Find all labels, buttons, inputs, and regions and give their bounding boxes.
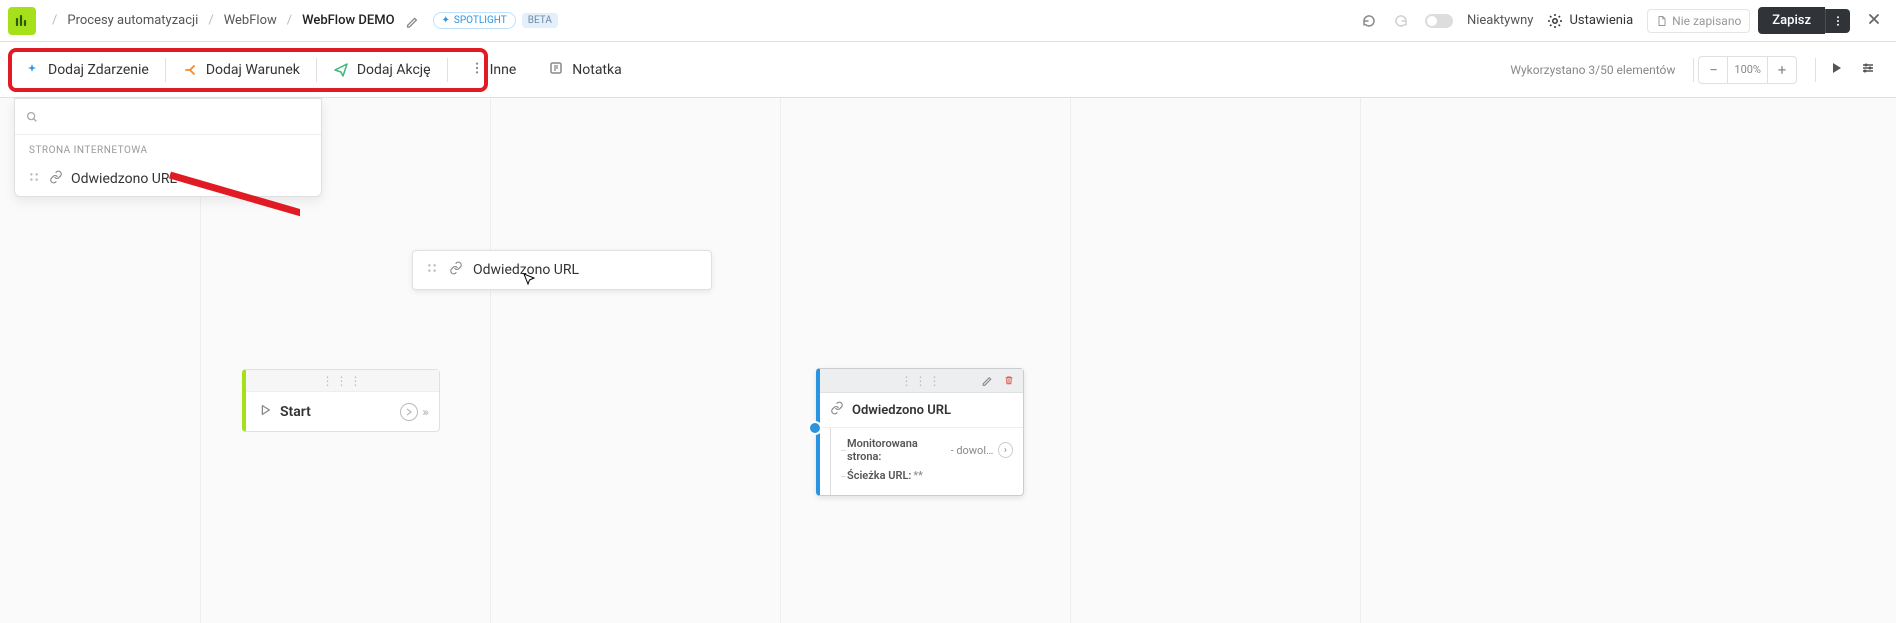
zoom-in-button[interactable]: + xyxy=(1768,61,1796,79)
zoom-out-button[interactable]: − xyxy=(1699,61,1727,79)
dropdown-item-visited-url[interactable]: Odwiedzono URL xyxy=(15,162,321,196)
settings-button[interactable]: Ustawienia xyxy=(1547,13,1633,29)
flow-node-start[interactable]: ⋮⋮⋮ Start ››› xyxy=(242,369,440,432)
add-action-button[interactable]: Dodaj Akcję xyxy=(321,56,443,84)
rename-icon[interactable] xyxy=(405,14,419,28)
add-event-button[interactable]: Dodaj Zdarzenie xyxy=(12,56,161,84)
editor-toolbar: Dodaj Zdarzenie Dodaj Warunek Dodaj Akcj… xyxy=(0,42,1896,98)
undo-icon[interactable] xyxy=(1361,13,1377,29)
other-label: Inne xyxy=(490,62,517,78)
link-icon xyxy=(449,261,463,279)
unsaved-indicator: Nie zapisano xyxy=(1647,9,1750,33)
cursor-icon xyxy=(522,271,536,290)
breadcrumb-item[interactable]: WebFlow xyxy=(224,13,277,28)
breadcrumb-current[interactable]: WebFlow DEMO xyxy=(302,13,394,28)
flow-node-visited-url[interactable]: ⋮⋮⋮ Odwiedzono URL Monitorowana strona: … xyxy=(816,368,1024,496)
drag-handle-icon[interactable] xyxy=(27,170,41,188)
breadcrumb-separator: / xyxy=(287,13,292,28)
property-key: Monitorowana strona: xyxy=(847,437,949,463)
chevrons-icon: ››› xyxy=(422,405,427,419)
add-condition-button[interactable]: Dodaj Warunek xyxy=(170,56,312,84)
dropdown-section-title: STRONA INTERNETOWA xyxy=(15,135,321,162)
redo-icon[interactable] xyxy=(1393,13,1409,29)
node-title: Odwiedzono URL xyxy=(852,403,951,418)
breadcrumb-separator: / xyxy=(52,13,57,28)
dragging-node-ghost: Odwiedzono URL xyxy=(412,250,712,290)
edit-node-icon[interactable] xyxy=(981,371,993,390)
save-button[interactable]: Zapisz xyxy=(1758,7,1825,34)
delete-node-icon[interactable] xyxy=(1003,371,1015,390)
note-label: Notatka xyxy=(572,62,621,78)
node-drag-handle[interactable]: ⋮⋮⋮ xyxy=(246,370,439,392)
other-button[interactable]: Inne xyxy=(452,55,529,85)
link-icon xyxy=(49,170,63,188)
note-button[interactable]: Notatka xyxy=(548,60,621,80)
zoom-value: 100% xyxy=(1727,57,1768,83)
dropdown-search-input[interactable] xyxy=(43,105,311,128)
add-event-label: Dodaj Zdarzenie xyxy=(48,62,149,78)
property-expand-icon[interactable]: › xyxy=(998,442,1013,458)
events-dropdown: STRONA INTERNETOWA Odwiedzono URL xyxy=(14,98,322,197)
run-icon[interactable] xyxy=(1828,60,1844,80)
save-more-button[interactable] xyxy=(1825,9,1850,33)
add-action-label: Dodaj Akcję xyxy=(357,62,431,78)
link-icon xyxy=(830,401,844,419)
add-condition-label: Dodaj Warunek xyxy=(206,62,300,78)
settings-sliders-icon[interactable] xyxy=(1860,60,1876,80)
node-output-port[interactable] xyxy=(400,403,418,421)
beta-badge: BETA xyxy=(522,13,558,28)
active-toggle-label: Nieaktywny xyxy=(1467,13,1534,28)
breadcrumb-item[interactable]: Procesy automatyzacji xyxy=(67,13,198,28)
zoom-control: − 100% + xyxy=(1698,56,1797,84)
spotlight-badge[interactable]: ✦SPOTLIGHT xyxy=(433,12,516,29)
node-input-port[interactable] xyxy=(808,421,822,435)
settings-label: Ustawienia xyxy=(1569,13,1633,28)
app-logo[interactable] xyxy=(8,7,36,35)
active-toggle[interactable] xyxy=(1425,14,1459,28)
flow-canvas[interactable]: STRONA INTERNETOWA Odwiedzono URL Odwied… xyxy=(0,98,1896,623)
property-key: Ścieżka URL: xyxy=(847,469,911,482)
drag-handle-icon xyxy=(425,261,439,279)
property-value: - dowoln... xyxy=(951,444,998,457)
play-icon xyxy=(258,402,272,421)
dropdown-item-label: Odwiedzono URL xyxy=(71,171,177,187)
property-value: ** xyxy=(913,469,922,482)
node-property-row: Monitorowana strona: - dowoln... › xyxy=(847,434,1013,466)
spotlight-label: SPOTLIGHT xyxy=(454,15,507,26)
dropdown-search xyxy=(15,99,321,135)
node-property-row: Ścieżka URL: ** xyxy=(847,466,1013,485)
unsaved-label: Nie zapisano xyxy=(1672,14,1741,28)
node-drag-handle[interactable]: ⋮⋮⋮ xyxy=(820,369,1023,393)
close-icon[interactable] xyxy=(1866,11,1882,31)
app-header: / Procesy automatyzacji / WebFlow / WebF… xyxy=(0,0,1896,42)
breadcrumb-separator: / xyxy=(208,13,213,28)
start-node-label: Start xyxy=(280,404,400,420)
usage-counter: Wykorzystano 3/50 elementów xyxy=(1510,63,1675,77)
